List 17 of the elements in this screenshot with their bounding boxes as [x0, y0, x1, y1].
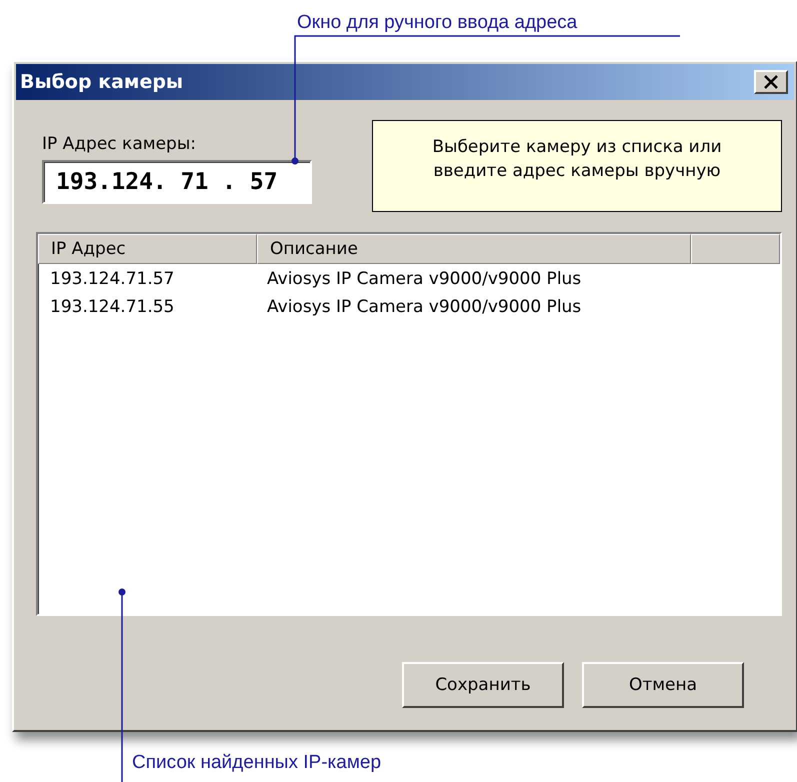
ip-address-field[interactable]: 193.124. 71 . 57: [42, 160, 312, 204]
close-icon: [763, 75, 779, 89]
window-title: Выбор камеры: [20, 71, 184, 93]
table-cell-text: Aviosys IP Camera v9000/v9000 Plus: [266, 297, 582, 317]
column-header[interactable]: Описание: [257, 234, 691, 264]
column-header[interactable]: [691, 234, 780, 264]
cancel-button[interactable]: Отмена: [582, 662, 744, 708]
hint-text: Выберите камеру из списка или введите адрес камеры вручную: [372, 120, 782, 212]
annotation-text: Список найденных IP-камер: [132, 752, 382, 773]
close-button[interactable]: [754, 70, 788, 94]
save-button[interactable]: Сохранить: [402, 662, 564, 708]
table-cell-text: 193.124.71.57: [49, 269, 176, 289]
address-label: IP Адрес камеры:: [42, 134, 197, 154]
table-cell-text: Aviosys IP Camera v9000/v9000 Plus: [266, 269, 582, 289]
table-cell-text: 193.124.71.55: [49, 297, 176, 317]
annotation-text: Окно для ручного ввода адреса: [297, 12, 578, 33]
column-header[interactable]: IP Адрес: [38, 234, 257, 264]
